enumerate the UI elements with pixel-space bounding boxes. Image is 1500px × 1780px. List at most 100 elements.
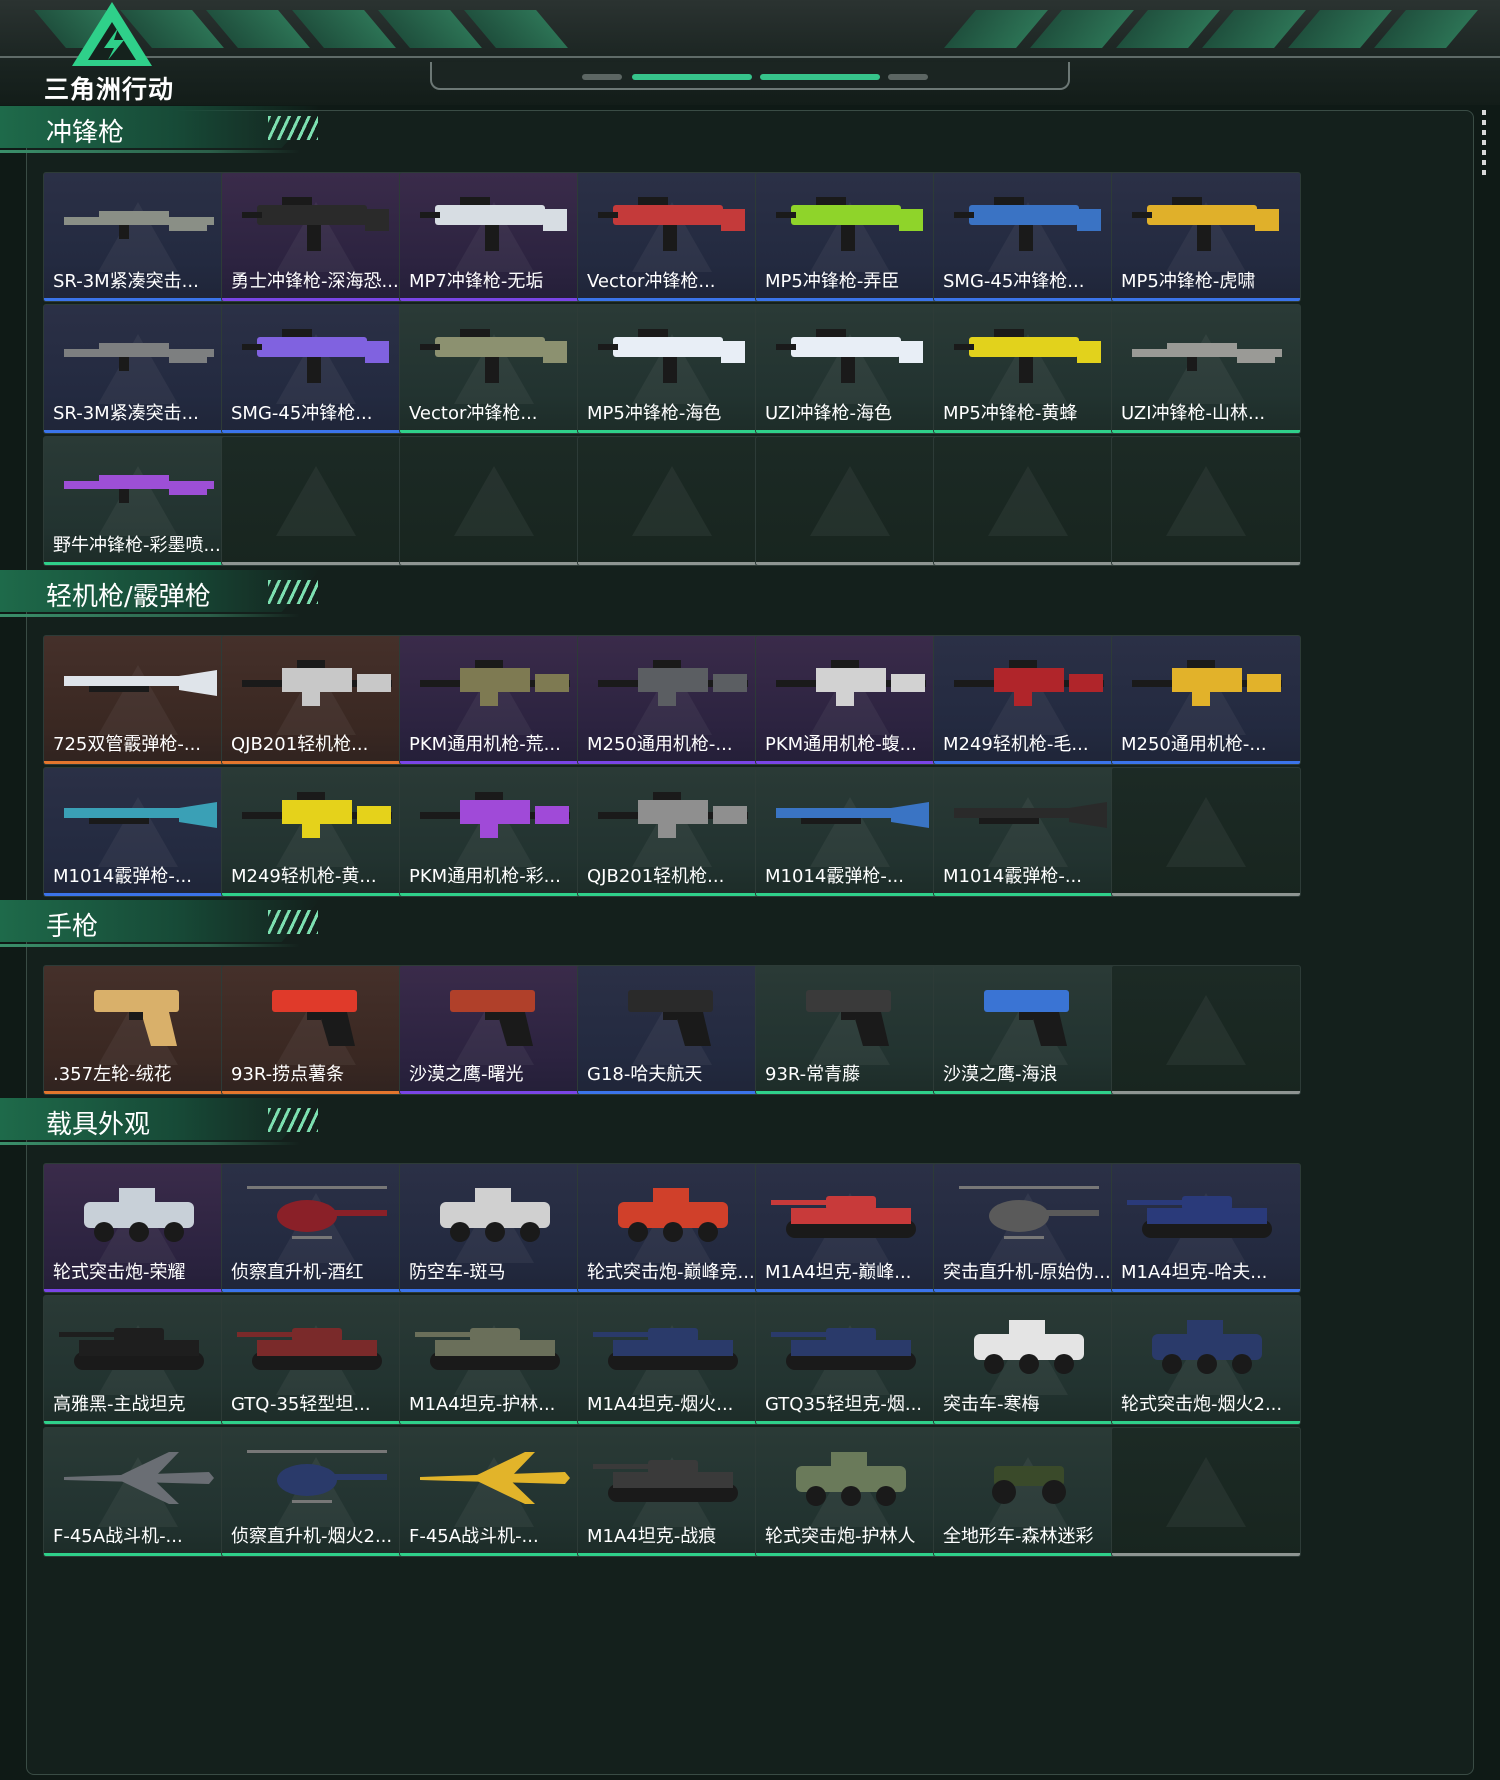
- skin-card[interactable]: M250通用机枪-...: [1111, 635, 1301, 765]
- skin-card[interactable]: .357左轮-绒花: [43, 965, 233, 1095]
- skin-card[interactable]: M249轻机枪-黄...: [221, 767, 411, 897]
- skin-card[interactable]: 轮式突击炮-荣耀: [43, 1163, 233, 1293]
- shotgun-icon: [59, 782, 219, 852]
- skin-card[interactable]: M1A4坦克-巅峰...: [755, 1163, 945, 1293]
- watermark-logo-icon: [810, 466, 890, 536]
- skin-card[interactable]: 轮式突击炮-烟火2...: [1111, 1295, 1301, 1425]
- watermark-logo-icon: [1166, 1457, 1246, 1527]
- skin-card[interactable]: PKM通用机枪-荒...: [399, 635, 589, 765]
- skin-card[interactable]: PKM通用机枪-蝮...: [755, 635, 945, 765]
- section-title: 手枪: [46, 912, 99, 942]
- skin-card[interactable]: F-45A战斗机-...: [399, 1427, 589, 1557]
- skin-card[interactable]: M249轻机枪-毛...: [933, 635, 1123, 765]
- smg-icon: [771, 319, 931, 389]
- skin-name: 93R-捞点薯条: [231, 1064, 345, 1085]
- skin-card[interactable]: MP5冲锋枪-虎啸: [1111, 172, 1301, 302]
- rarity-bar: [1112, 1421, 1300, 1424]
- rarity-bar: [44, 1091, 232, 1094]
- skin-name: 野牛冲锋枪-彩墨喷...: [53, 535, 221, 556]
- skin-card[interactable]: PKM通用机枪-彩...: [399, 767, 589, 897]
- skin-card[interactable]: MP5冲锋枪-黄蜂: [933, 304, 1123, 434]
- shotgun-icon: [59, 650, 219, 720]
- skin-name: GTQ35轻坦克-烟...: [765, 1394, 923, 1415]
- skin-card[interactable]: QJB201轻机枪...: [221, 635, 411, 765]
- scrollbar[interactable]: [1482, 110, 1486, 180]
- skin-name: M1A4坦克-烟火...: [587, 1394, 734, 1415]
- skin-card[interactable]: MP5冲锋枪-海色: [577, 304, 767, 434]
- skin-card[interactable]: 侦察直升机-烟火2...: [221, 1427, 411, 1557]
- skin-card[interactable]: QJB201轻机枪...: [577, 767, 767, 897]
- smg-icon: [237, 187, 397, 257]
- rarity-bar: [578, 1553, 766, 1556]
- skin-card[interactable]: M1A4坦克-护林...: [399, 1295, 589, 1425]
- skin-card[interactable]: M1A4坦克-烟火...: [577, 1295, 767, 1425]
- rarity-bar: [1112, 430, 1300, 433]
- skin-card[interactable]: M1014霰弹枪-...: [755, 767, 945, 897]
- skin-card[interactable]: SR-3M紧凑突击...: [43, 304, 233, 434]
- skin-card[interactable]: GTQ-35轻型坦...: [221, 1295, 411, 1425]
- skin-name: .357左轮-绒花: [53, 1064, 172, 1085]
- skin-name: 沙漠之鹰-曙光: [409, 1064, 524, 1085]
- skin-card[interactable]: MP5冲锋枪-弄臣: [755, 172, 945, 302]
- skin-name: MP7冲锋枪-无垢: [409, 271, 544, 292]
- rarity-bar: [578, 761, 766, 764]
- skin-card[interactable]: 高雅黑-主战坦克: [43, 1295, 233, 1425]
- skin-card[interactable]: 野牛冲锋枪-彩墨喷...: [43, 436, 233, 566]
- skin-card[interactable]: UZI冲锋枪-山林...: [1111, 304, 1301, 434]
- tank-icon: [593, 1442, 753, 1512]
- rarity-bar: [1112, 1289, 1300, 1292]
- skin-card[interactable]: SR-3M紧凑突击...: [43, 172, 233, 302]
- skin-name: QJB201轻机枪...: [231, 734, 369, 755]
- smg-icon: [949, 187, 1109, 257]
- rarity-bar: [222, 1091, 410, 1094]
- skin-card[interactable]: 突击车-寒梅: [933, 1295, 1123, 1425]
- skin-card[interactable]: M250通用机枪-...: [577, 635, 767, 765]
- skin-card[interactable]: 轮式突击炮-护林人: [755, 1427, 945, 1557]
- skin-card[interactable]: 侦察直升机-酒红: [221, 1163, 411, 1293]
- skin-card[interactable]: 防空车-斑马: [399, 1163, 589, 1293]
- rarity-bar: [1112, 1091, 1300, 1094]
- skin-name: 沙漠之鹰-海浪: [943, 1064, 1058, 1085]
- skin-card[interactable]: MP7冲锋枪-无垢: [399, 172, 589, 302]
- jet-icon: [59, 1442, 219, 1512]
- skin-card[interactable]: 沙漠之鹰-曙光: [399, 965, 589, 1095]
- skin-card[interactable]: GTQ35轻坦克-烟...: [755, 1295, 945, 1425]
- skin-card[interactable]: 93R-捞点薯条: [221, 965, 411, 1095]
- skin-card[interactable]: 全地形车-森林迷彩: [933, 1427, 1123, 1557]
- skin-card[interactable]: SMG-45冲锋枪...: [933, 172, 1123, 302]
- skin-card[interactable]: M1A4坦克-哈夫...: [1111, 1163, 1301, 1293]
- armored-car-icon: [59, 1178, 219, 1248]
- skin-card[interactable]: 轮式突击炮-巅峰竞...: [577, 1163, 767, 1293]
- skin-card[interactable]: 勇士冲锋枪-深海恐...: [221, 172, 411, 302]
- skin-card[interactable]: Vector冲锋枪...: [399, 304, 589, 434]
- skin-card[interactable]: F-45A战斗机-...: [43, 1427, 233, 1557]
- skin-name: M249轻机枪-黄...: [231, 866, 377, 887]
- skin-name: 轮式突击炮-护林人: [765, 1526, 916, 1547]
- lmg-icon: [415, 782, 575, 852]
- skin-name: M1A4坦克-护林...: [409, 1394, 556, 1415]
- section-title: 轻机枪/霰弹枪: [46, 582, 211, 612]
- rarity-bar: [400, 562, 588, 565]
- skin-card[interactable]: 725双管霰弹枪-...: [43, 635, 233, 765]
- pistol-icon: [415, 980, 575, 1050]
- skin-card[interactable]: M1A4坦克-战痕: [577, 1427, 767, 1557]
- skin-name: 轮式突击炮-荣耀: [53, 1262, 186, 1283]
- skin-card[interactable]: M1014霰弹枪-...: [933, 767, 1123, 897]
- skin-card[interactable]: 突击直升机-原始伪...: [933, 1163, 1123, 1293]
- smg-icon: [415, 187, 575, 257]
- skin-name: M250通用机枪-...: [587, 734, 733, 755]
- skin-card[interactable]: SMG-45冲锋枪...: [221, 304, 411, 434]
- skin-name: 全地形车-森林迷彩: [943, 1526, 1094, 1547]
- lmg-icon: [1127, 650, 1287, 720]
- shotgun-icon: [771, 782, 931, 852]
- skin-card[interactable]: G18-哈夫航天: [577, 965, 767, 1095]
- watermark-logo-icon: [454, 466, 534, 536]
- rarity-bar: [578, 893, 766, 896]
- skin-card[interactable]: 沙漠之鹰-海浪: [933, 965, 1123, 1095]
- skin-card[interactable]: 93R-常青藤: [755, 965, 945, 1095]
- section-title: 冲锋枪: [46, 118, 125, 148]
- skin-card[interactable]: Vector冲锋枪...: [577, 172, 767, 302]
- skin-card[interactable]: UZI冲锋枪-海色: [755, 304, 945, 434]
- skin-card[interactable]: M1014霰弹枪-...: [43, 767, 233, 897]
- rarity-bar: [1112, 1553, 1300, 1556]
